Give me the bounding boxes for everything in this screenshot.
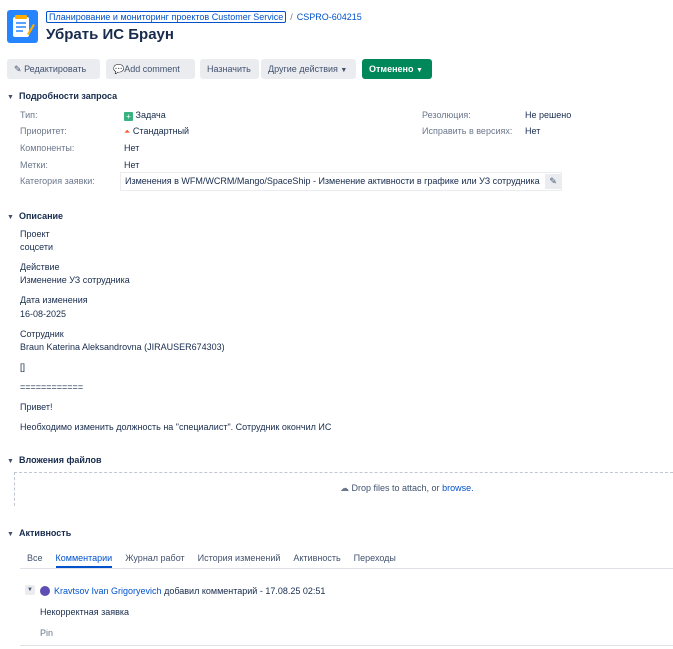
priority-chevrons-icon: ⏶ [124,127,131,136]
resolution-value: Не решено [525,110,572,120]
task-type-icon: + [124,112,133,121]
page-title: Убрать ИС Браун [46,26,174,43]
pencil-icon: ✎ [14,64,22,74]
breadcrumb-issue-key-link[interactable]: CSPRO-604215 [297,12,362,22]
category-label: Категория заявки: [20,176,95,186]
type-value-text: Задача [135,110,166,120]
desc-line: [] [20,362,26,372]
breadcrumb-separator: / [290,12,293,22]
desc-line: соцсети [20,242,54,252]
add-comment-label: Add comment [124,64,180,74]
avatar[interactable] [40,586,50,596]
comment-collapse-chevron-icon[interactable]: ▼ [25,585,35,595]
type-label: Тип: [20,110,38,120]
attachments-heading: Вложения файлов [19,455,102,465]
components-label: Компоненты: [20,143,75,153]
activity-section-header[interactable]: ▼ Активность [7,528,71,538]
desc-line: Действие [20,262,60,272]
pin-link[interactable]: Pin [40,628,53,638]
attachments-section-header[interactable]: ▼ Вложения файлов [7,455,102,465]
desc-line: Braun Katerina Aleksandrovna (JIRAUSER67… [20,342,225,352]
chevron-down-icon: ▼ [7,531,14,538]
chevron-down-icon: ▼ [7,458,14,465]
assign-button[interactable]: Назначить [200,59,259,79]
activity-heading: Активность [19,528,72,538]
fix-versions-value: Нет [525,126,541,136]
tab-work-log[interactable]: Журнал работ [125,553,184,566]
desc-line: Изменение УЗ сотрудника [20,275,130,285]
desc-line: ============ [20,382,84,392]
chevron-down-icon: ▼ [340,67,348,74]
status-label: Отменено [369,64,414,74]
comment-author-link[interactable]: Kravtsov Ivan Grigoryevich [54,586,162,596]
tabs-divider [20,568,673,569]
desc-line: Привет! [20,402,53,412]
priority-label: Приоритет: [20,126,67,136]
desc-line: Проект [20,229,50,239]
browse-link[interactable]: browse. [442,483,474,493]
type-value: + Задача [124,110,166,121]
labels-value: Нет [124,160,140,170]
edit-button[interactable]: ✎ Редактировать [7,59,100,79]
components-value: Нет [124,143,140,153]
drop-zone-text: ☁ Drop files to attach, or browse. [340,483,474,494]
priority-value: ⏶ Стандартный [124,126,189,137]
priority-value-text: Стандартный [132,126,190,136]
comment-meta: добавил комментарий - 17.08.25 02:51 [164,586,326,596]
comment-header: Kravtsov Ivan Grigoryevich добавил комме… [54,586,325,596]
breadcrumb-project-link[interactable]: Планирование и мониторинг проектов Custo… [46,11,287,23]
drop-files-text: Drop files to attach, or [351,483,440,493]
tab-all[interactable]: Все [27,553,43,566]
desc-line: 16-08-2025 [20,309,67,319]
edit-button-label: Редактировать [24,64,87,74]
tab-history[interactable]: История изменений [198,553,281,566]
breadcrumb: Планирование и мониторинг проектов Custo… [46,11,362,23]
status-button[interactable]: Отменено ▼ [362,59,432,79]
details-heading: Подробности запроса [19,91,118,101]
tab-transitions[interactable]: Переходы [354,553,396,566]
tab-comments[interactable]: Комментарии [55,553,113,568]
comment-body: Некорректная заявка [40,607,130,617]
chevron-down-icon: ▼ [7,214,14,221]
more-actions-label: Другие действия [268,64,338,74]
category-field[interactable]: Изменения в WFM/WCRM/Mango/SpaceShip - И… [120,172,563,191]
assign-button-label: Назначить [207,64,251,74]
chevron-down-icon: ▼ [415,67,423,74]
desc-line: Необходимо изменить должность на "специа… [20,422,332,432]
comment-divider [20,645,673,646]
comment-icon: 💬 [113,64,125,74]
description-section-header[interactable]: ▼ Описание [7,211,63,221]
desc-line: Сотрудник [20,329,64,339]
more-actions-button[interactable]: Другие действия ▼ [261,59,356,79]
tab-activity[interactable]: Активность [293,553,340,566]
chevron-down-icon: ▼ [7,94,14,101]
edit-pencil-icon[interactable]: ✎ [545,174,562,189]
resolution-label: Резолюция: [422,110,471,120]
add-comment-button[interactable]: 💬Add comment [106,59,195,79]
labels-label: Метки: [20,160,48,170]
desc-line: Дата изменения [20,295,88,305]
description-heading: Описание [19,211,64,221]
details-section-header[interactable]: ▼ Подробности запроса [7,91,117,101]
cloud-upload-icon: ☁ [340,483,349,493]
category-value: Изменения в WFM/WCRM/Mango/SpaceShip - И… [125,176,540,186]
file-drop-zone[interactable]: ☁ Drop files to attach, or browse. [14,472,673,506]
activity-tabs: Все Комментарии Журнал работ История измене… [27,553,409,568]
project-avatar-icon[interactable] [7,10,38,43]
fix-versions-label: Исправить в версиях: [422,126,513,136]
